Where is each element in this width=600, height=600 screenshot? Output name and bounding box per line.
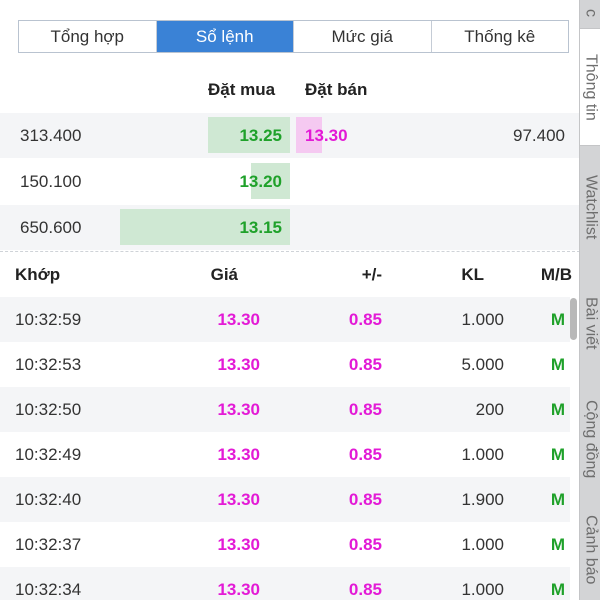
trade-volume: 5.000 <box>461 355 504 374</box>
trade-price: 13.30 <box>217 445 260 464</box>
order-book-row[interactable]: 313.400 13.25 13.30 97.400 <box>0 113 580 158</box>
tab-statistics[interactable]: Thống kê <box>431 21 568 52</box>
trade-side: M <box>550 310 566 329</box>
bid-price: 13.25 <box>239 126 282 145</box>
side-tab-label: Cảnh báo <box>582 515 600 585</box>
trade-price: 13.30 <box>217 580 260 599</box>
side-tab-label: c <box>582 9 600 17</box>
bid-volume: 313.400 <box>20 126 82 145</box>
ask-volume: 97.400 <box>513 126 565 145</box>
side-tab-label: Bài viết <box>582 296 600 350</box>
trade-row[interactable]: 10:32:49 13.30 0.85 1.000 M <box>0 432 570 477</box>
trade-price: 13.30 <box>217 535 260 554</box>
ask-header: Đặt bán <box>305 80 368 99</box>
side-tab-label: Watchlist <box>582 174 600 240</box>
trade-side: M <box>550 535 566 554</box>
trade-time: 10:32:49 <box>15 445 82 464</box>
trade-side: M <box>550 355 566 374</box>
scrollbar-thumb[interactable] <box>570 298 577 340</box>
side-tab-posts[interactable]: Bài viết <box>580 268 600 378</box>
trade-volume: 1.000 <box>461 580 504 599</box>
view-tabs: Tổng hợp Sổ lệnh Mức giá Thống kê <box>18 20 569 53</box>
side-tab-label: Cộng đồng <box>582 399 600 479</box>
col-price-header: Giá <box>210 265 238 284</box>
trade-time: 10:32:34 <box>15 580 82 599</box>
bid-price: 13.15 <box>239 218 282 237</box>
trade-price: 13.30 <box>217 400 260 419</box>
trade-side: M <box>550 445 566 464</box>
trade-change: 0.85 <box>348 400 382 419</box>
trade-change: 0.85 <box>348 355 382 374</box>
trade-time: 10:32:53 <box>15 355 82 374</box>
bid-price: 13.20 <box>239 172 282 191</box>
side-tab-bar: c Thông tin Watchlist Bài viết Cộng đồng… <box>579 0 600 600</box>
bid-header: Đặt mua <box>208 80 276 99</box>
trade-side: M <box>550 490 566 509</box>
trade-time: 10:32:59 <box>15 310 82 329</box>
trade-volume: 1.900 <box>461 490 504 509</box>
tab-summary[interactable]: Tổng hợp <box>19 21 157 52</box>
side-tab-alerts[interactable]: Cảnh báo <box>580 500 600 600</box>
bid-volume: 150.100 <box>20 172 82 191</box>
col-volume-header: KL <box>461 265 484 284</box>
section-divider <box>0 251 580 252</box>
trade-volume: 1.000 <box>461 535 504 554</box>
side-tab-info[interactable]: Thông tin <box>580 28 600 146</box>
trade-side: M <box>550 400 566 419</box>
trade-row[interactable]: 10:32:59 13.30 0.85 1.000 M <box>0 297 570 342</box>
trade-volume: 200 <box>475 400 504 419</box>
trade-price: 13.30 <box>217 490 260 509</box>
tab-price-levels[interactable]: Mức giá <box>294 21 432 52</box>
tab-order-book[interactable]: Sổ lệnh <box>156 21 294 52</box>
trade-change: 0.85 <box>348 445 382 464</box>
ask-price: 13.30 <box>305 126 348 145</box>
order-book-panel: Tổng hợp Sổ lệnh Mức giá Thống kê Đặt mu… <box>0 0 580 600</box>
trade-side: M <box>550 580 566 599</box>
bid-volume: 650.600 <box>20 218 82 237</box>
trade-volume: 1.000 <box>461 310 504 329</box>
trade-change: 0.85 <box>348 580 382 599</box>
trade-row[interactable]: 10:32:34 13.30 0.85 1.000 M <box>0 567 570 600</box>
trade-volume: 1.000 <box>461 445 504 464</box>
side-tab-watchlist[interactable]: Watchlist <box>580 148 600 266</box>
col-time-header: Khớp <box>15 265 61 284</box>
trade-row[interactable]: 10:32:50 13.30 0.85 200 M <box>0 387 570 432</box>
order-book-row[interactable]: 150.100 13.20 <box>0 159 580 204</box>
trade-row[interactable]: 10:32:37 13.30 0.85 1.000 M <box>0 522 570 567</box>
trade-time: 10:32:50 <box>15 400 82 419</box>
trade-row[interactable]: 10:32:40 13.30 0.85 1.900 M <box>0 477 570 522</box>
order-book-row[interactable]: 650.600 13.15 <box>0 205 580 250</box>
col-change-header: +/- <box>361 265 382 284</box>
trade-change: 0.85 <box>348 535 382 554</box>
trade-price: 13.30 <box>217 355 260 374</box>
trade-change: 0.85 <box>348 490 382 509</box>
col-side-header: M/B <box>540 265 572 284</box>
trade-time: 10:32:40 <box>15 490 82 509</box>
side-tab-partial[interactable]: c <box>580 0 600 26</box>
trade-change: 0.85 <box>348 310 382 329</box>
trade-row[interactable]: 10:32:53 13.30 0.85 5.000 M <box>0 342 570 387</box>
side-tab-label: Thông tin <box>582 53 600 121</box>
trade-price: 13.30 <box>217 310 260 329</box>
trade-time: 10:32:37 <box>15 535 82 554</box>
side-tab-community[interactable]: Cộng đồng <box>580 380 600 498</box>
